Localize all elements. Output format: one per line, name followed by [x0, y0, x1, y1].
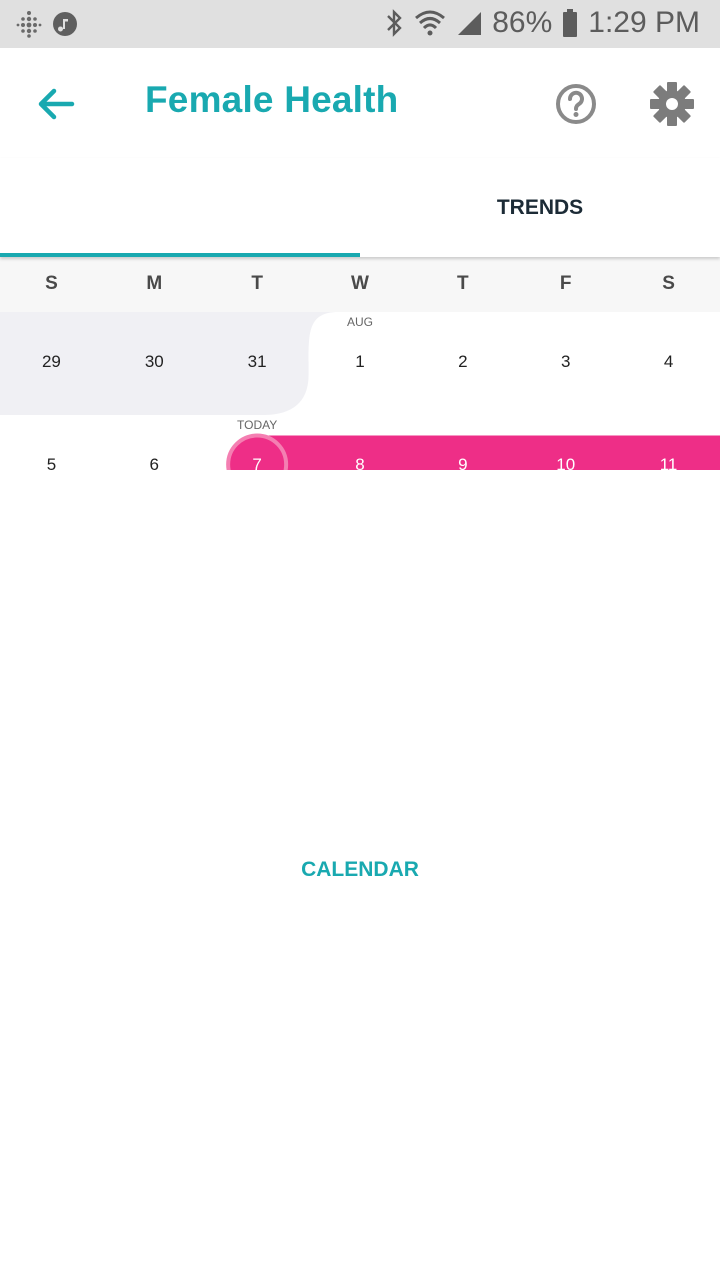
- app-bar: Female Health: [0, 48, 720, 158]
- battery-percent: 86%: [492, 6, 553, 39]
- tab-trends-label: TRENDS: [496, 195, 584, 219]
- signal-icon: [458, 12, 482, 35]
- weekday-label: T: [251, 273, 263, 294]
- battery-icon: [563, 9, 578, 37]
- calendar-day[interactable]: 2: [411, 342, 514, 382]
- back-button[interactable]: [30, 82, 82, 126]
- weekday-label: F: [559, 273, 572, 294]
- help-button[interactable]: [552, 80, 600, 128]
- status-bar: 86% 1:29 PM: [0, 0, 720, 48]
- help-circle-icon: [556, 84, 596, 124]
- tab-bar: CALENDAR TRENDS: [0, 158, 720, 1270]
- weekday-label: S: [45, 273, 58, 294]
- fitbit-icon: [16, 11, 42, 38]
- tab-calendar[interactable]: CALENDAR: [0, 470, 720, 1270]
- tab-trends[interactable]: TRENDS: [360, 158, 720, 257]
- page-title: Female Health: [145, 79, 399, 120]
- tab-calendar-label: CALENDAR: [301, 858, 419, 881]
- bluetooth-icon: [387, 9, 402, 37]
- calendar-day[interactable]: 31: [206, 342, 309, 382]
- weekday-label: T: [457, 273, 469, 294]
- settings-button[interactable]: [648, 80, 696, 128]
- calendar-day[interactable]: 3: [514, 342, 617, 382]
- gear-icon: [650, 82, 694, 126]
- weekday-label: W: [351, 273, 369, 294]
- today-label: TODAY: [237, 417, 278, 432]
- calendar-day[interactable]: 30: [103, 342, 206, 382]
- calendar-day[interactable]: 4: [617, 342, 720, 382]
- clock: 1:29 PM: [588, 6, 700, 39]
- music-icon: [53, 12, 77, 36]
- month-label: AUG: [346, 314, 373, 329]
- active-tab-indicator: [0, 253, 360, 257]
- wifi-icon: [415, 10, 446, 36]
- weekday-label: S: [662, 273, 675, 294]
- calendar-day[interactable]: 1: [309, 342, 412, 382]
- calendar-day[interactable]: 29: [0, 342, 103, 382]
- weekday-header: SMTWTFS: [0, 257, 720, 312]
- weekday-label: M: [146, 273, 163, 294]
- arrow-left-icon: [38, 88, 75, 120]
